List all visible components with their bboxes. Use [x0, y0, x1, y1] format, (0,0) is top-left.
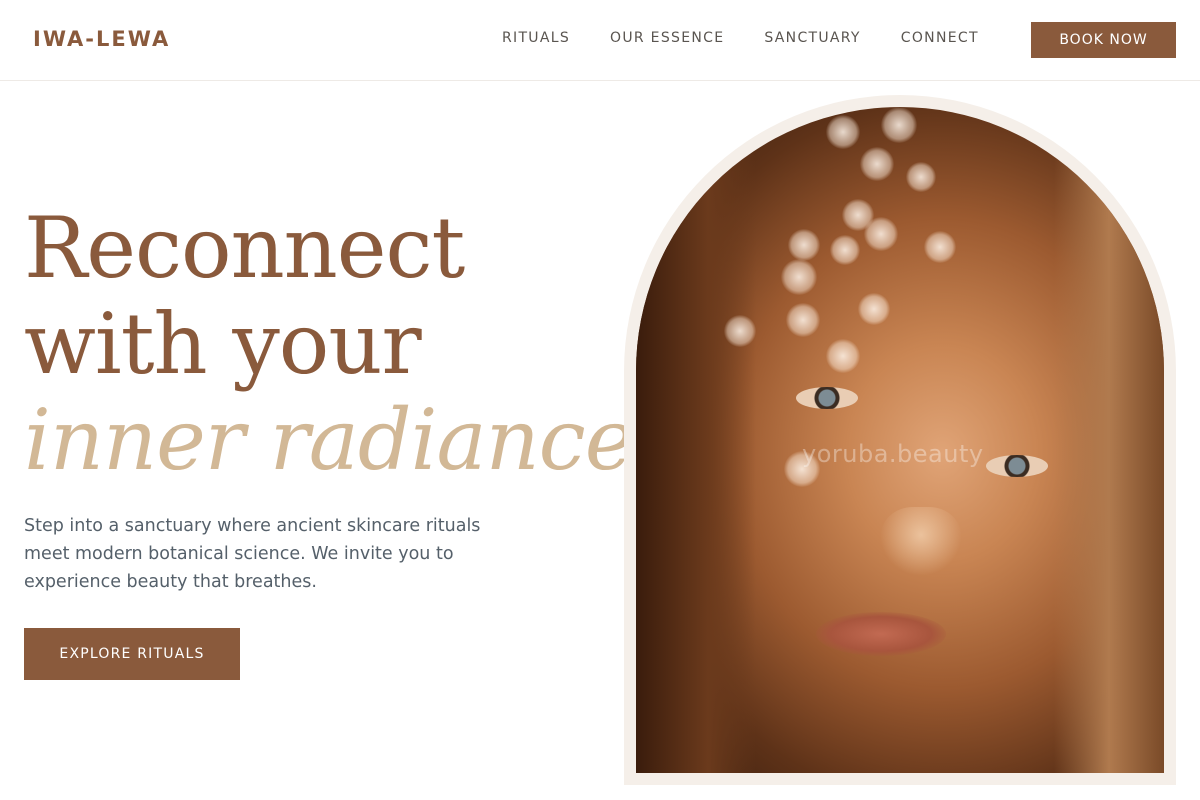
hero-image-frame: yoruba.beauty	[624, 95, 1176, 785]
hero-description: Step into a sanctuary where ancient skin…	[24, 516, 481, 592]
bokeh-light	[724, 315, 756, 347]
brand-logo[interactable]: IWA-LEWA	[33, 27, 170, 51]
nav-item-connect[interactable]: CONNECT	[901, 30, 979, 46]
bokeh-light	[881, 107, 917, 143]
headline-line-3: inner radiance.	[24, 391, 660, 489]
portrait-hair-left	[636, 107, 756, 773]
hero-portrait-image: yoruba.beauty	[636, 107, 1164, 773]
nav-item-sanctuary[interactable]: SANCTUARY	[764, 30, 860, 46]
portrait-nose-highlight	[881, 507, 961, 577]
portrait-lips	[816, 612, 946, 656]
portrait-eye-left	[796, 387, 858, 409]
image-watermark: yoruba.beauty	[802, 440, 984, 468]
nav-item-our-essence[interactable]: OUR ESSENCE	[610, 30, 724, 46]
bokeh-light	[826, 339, 860, 373]
explore-rituals-button[interactable]: EXPLORE RITUALS	[24, 628, 240, 680]
main-nav: RITUALS OUR ESSENCE SANCTUARY CONNECT	[502, 30, 1019, 46]
site-header: IWA-LEWA RITUALS OUR ESSENCE SANCTUARY C…	[0, 0, 1200, 81]
bokeh-light	[906, 162, 936, 192]
bokeh-light	[924, 231, 956, 263]
bokeh-light	[858, 293, 890, 325]
portrait-hair-right	[1054, 107, 1164, 773]
nav-item-rituals[interactable]: RITUALS	[502, 30, 570, 46]
bokeh-light	[781, 259, 817, 295]
bokeh-light	[788, 229, 820, 261]
bokeh-light	[864, 217, 898, 251]
headline-line-2: with your	[24, 295, 422, 393]
portrait-eye-right	[986, 455, 1048, 477]
hero-headline: Reconnect with your inner radiance.	[24, 199, 660, 489]
bokeh-light	[786, 303, 820, 337]
bokeh-light	[860, 147, 894, 181]
bokeh-light	[830, 235, 860, 265]
headline-line-1: Reconnect	[24, 199, 465, 297]
book-now-button[interactable]: BOOK NOW	[1031, 22, 1176, 58]
bokeh-light	[826, 115, 860, 149]
